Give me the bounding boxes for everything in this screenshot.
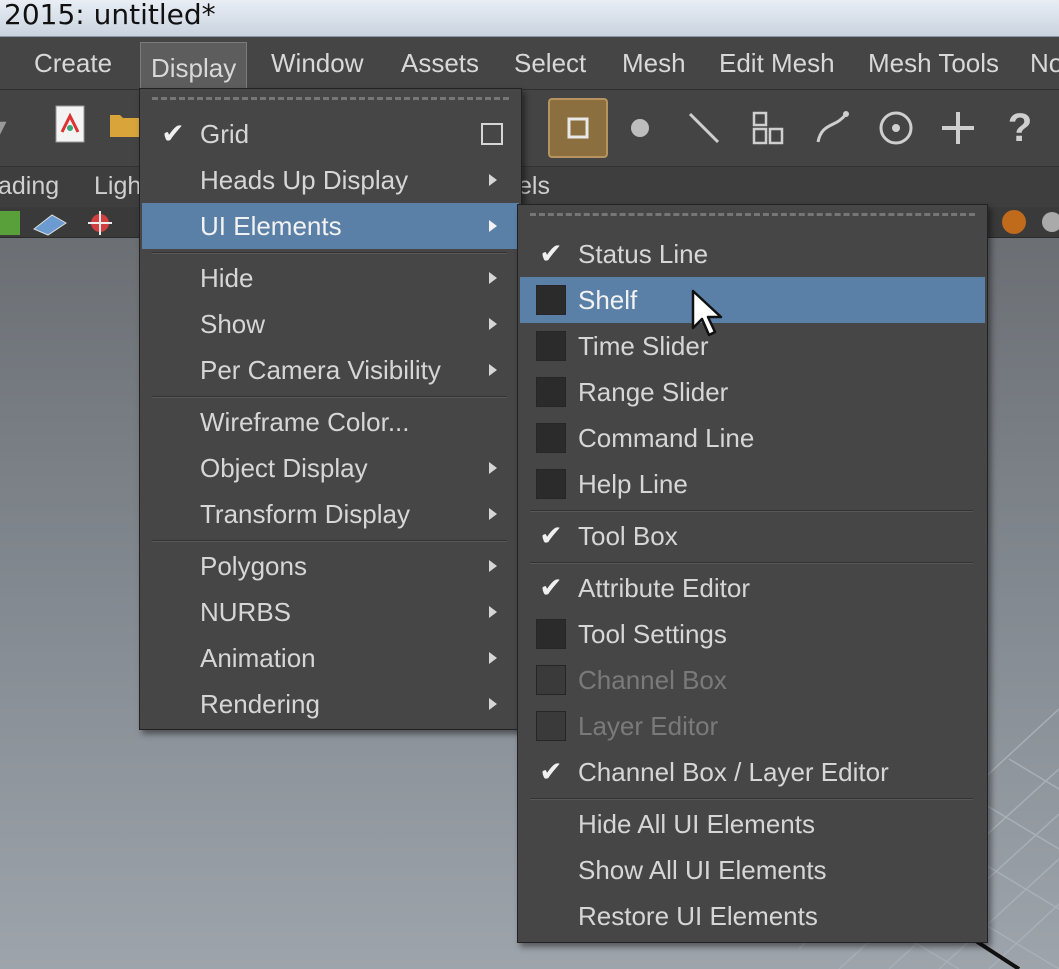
menu-item-object-display[interactable]: Object Display [142,445,519,491]
menu-item-layer-editor: Layer Editor [520,703,985,749]
submenu-arrow-icon [489,318,497,330]
menu-item-rendering[interactable]: Rendering [142,681,519,727]
menu-item-range-slider[interactable]: Range Slider [520,369,985,415]
menu-window[interactable]: Window [271,37,363,89]
unchecked-box-icon [536,665,566,695]
menu-item-time-slider[interactable]: Time Slider [520,323,985,369]
menu-display[interactable]: Display [140,42,248,93]
lasso-circle-icon[interactable] [616,104,664,152]
unchecked-box-icon [536,711,566,741]
submenu-arrow-icon [489,560,497,572]
menu-select[interactable]: Select [514,37,586,89]
unchecked-box-icon [536,377,566,407]
menu-mesh-tools[interactable]: Mesh Tools [868,37,999,89]
menu-edit-mesh[interactable]: Edit Mesh [719,37,835,89]
menu-create[interactable]: Create [34,37,112,89]
menu-item-command-line[interactable]: Command Line [520,415,985,461]
components-icon[interactable] [744,104,792,152]
window-title: 2015: untitled* [4,0,216,31]
mouse-cursor-icon [691,289,723,337]
menu-separator [530,798,973,800]
snap-point-icon[interactable] [872,104,920,152]
menu-no-truncated[interactable]: No [1030,37,1059,89]
check-icon: ✔ [539,756,563,787]
option-box-icon[interactable] [481,123,503,145]
shelf-sphere-icons[interactable] [990,207,1059,237]
menu-item-show[interactable]: Show [142,301,519,347]
submenu-tearoff[interactable] [530,213,975,216]
ui-elements-submenu: ✔ Status Line Shelf Time Slider Range Sl… [517,204,988,943]
menu-item-polygons[interactable]: Polygons [142,543,519,589]
menu-item-wireframe-color[interactable]: Wireframe Color... [142,399,519,445]
submenu-arrow-icon [489,462,497,474]
menu-item-shelf[interactable]: Shelf [520,277,985,323]
submenu-arrow-icon [489,272,497,284]
menu-item-nurbs[interactable]: NURBS [142,589,519,635]
check-icon: ✔ [161,118,185,149]
menu-item-attribute-editor[interactable]: ✔ Attribute Editor [520,565,985,611]
menu-item-animation[interactable]: Animation [142,635,519,681]
display-menu: ✔ Grid Heads Up Display UI Elements Hide… [139,88,522,730]
shelf-tab-lighting[interactable]: Ligh [94,172,141,201]
check-icon: ✔ [539,238,563,269]
curve-tool-icon[interactable] [808,104,856,152]
menu-item-heads-up-display[interactable]: Heads Up Display [142,157,519,203]
menu-item-help-line[interactable]: Help Line [520,461,985,507]
title-bar: 2015: untitled* [0,0,1059,37]
help-icon[interactable]: ? [996,104,1044,152]
menu-item-status-line[interactable]: ✔ Status Line [520,231,985,277]
plus-icon[interactable] [934,104,982,152]
mode-dropdown-icon[interactable]: ▾ [0,104,22,152]
menu-mesh[interactable]: Mesh [622,37,686,89]
menu-item-grid[interactable]: ✔ Grid [142,111,519,157]
menu-separator [152,252,507,254]
shelf-tab-shading[interactable]: ading [0,172,59,201]
menu-item-hide[interactable]: Hide [142,255,519,301]
menu-separator [152,540,507,542]
unchecked-box-icon [536,619,566,649]
menu-item-channel-box: Channel Box [520,657,985,703]
menu-item-hide-all-ui-elements[interactable]: Hide All UI Elements [520,801,985,847]
menu-item-tool-box[interactable]: ✔ Tool Box [520,513,985,559]
shelf-left-icons[interactable] [0,209,140,237]
menu-separator [530,510,973,512]
menu-item-transform-display[interactable]: Transform Display [142,491,519,537]
submenu-arrow-icon [489,698,497,710]
menu-separator [530,562,973,564]
menu-item-per-camera-visibility[interactable]: Per Camera Visibility [142,347,519,393]
submenu-arrow-icon [489,508,497,520]
select-tool-icon[interactable] [548,98,608,158]
unchecked-box-icon [536,423,566,453]
menu-bar: Create Display Window Assets Select Mesh… [0,37,1059,93]
submenu-arrow-icon [489,364,497,376]
menu-item-channel-box-layer-editor[interactable]: ✔ Channel Box / Layer Editor [520,749,985,795]
display-menu-tearoff[interactable] [152,97,509,100]
menu-item-show-all-ui-elements[interactable]: Show All UI Elements [520,847,985,893]
submenu-arrow-icon [489,220,497,232]
menu-item-ui-elements[interactable]: UI Elements [142,203,519,249]
menu-item-restore-ui-elements[interactable]: Restore UI Elements [520,893,985,939]
check-icon: ✔ [539,520,563,551]
menu-assets[interactable]: Assets [401,37,479,89]
shelf-tab-panels[interactable]: els [518,172,550,201]
unchecked-box-icon [536,285,566,315]
unchecked-box-icon [536,331,566,361]
check-icon: ✔ [539,572,563,603]
menu-separator [152,396,507,398]
unchecked-box-icon [536,469,566,499]
menu-item-tool-settings[interactable]: Tool Settings [520,611,985,657]
line-tool-icon[interactable] [680,104,728,152]
submenu-arrow-icon [489,606,497,618]
new-scene-icon[interactable] [46,104,94,152]
submenu-arrow-icon [489,174,497,186]
submenu-arrow-icon [489,652,497,664]
